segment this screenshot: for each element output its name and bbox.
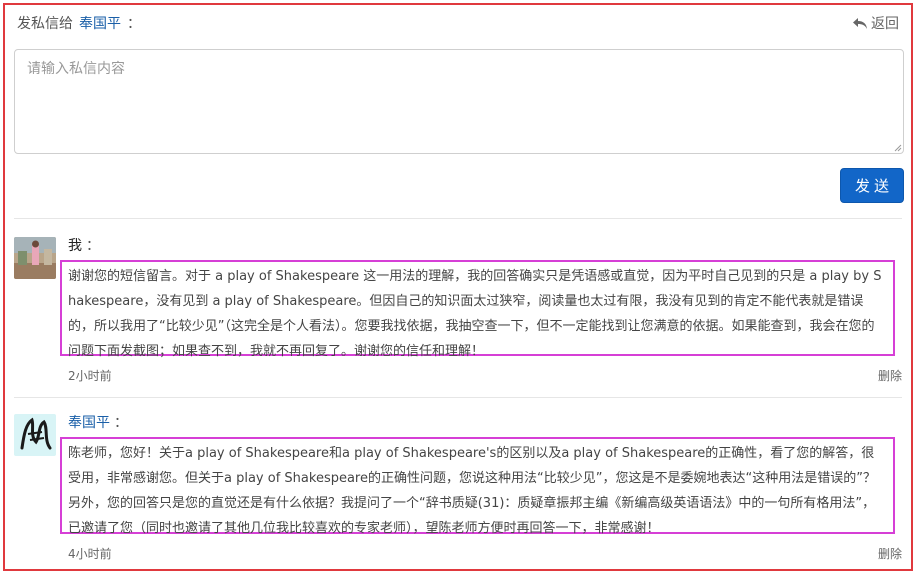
back-label: 返回 [871,16,899,32]
message-time: 4小时前 [68,547,112,561]
private-message-panel: 发私信给奉国平： 返回 发送 我： 谢谢您的 [3,3,913,571]
reply-arrow-icon [852,17,868,31]
avatar[interactable] [14,414,56,456]
message-input[interactable] [14,49,904,154]
header-colon: ： [127,16,141,32]
avatar[interactable] [14,237,56,279]
sender-colon: ： [114,415,128,431]
sender-name: 我 [68,238,82,254]
message-item: 我： 谢谢您的短信留言。对于 a play of Shakespeare 这一用… [14,237,902,387]
send-button[interactable]: 发送 [840,168,904,203]
header-prefix: 发私信给 [17,16,73,32]
message-item: 奉国平： 陈老师，您好！关于a play of Shakespeare和a pl… [14,414,902,564]
delete-button[interactable]: 删除 [878,546,902,562]
message-body: 谢谢您的短信留言。对于 a play of Shakespeare 这一用法的理… [60,260,895,359]
resize-grip-icon[interactable] [893,143,902,152]
message-time: 2小时前 [68,369,112,383]
message-body: 陈老师，您好！关于a play of Shakespeare和a play of… [60,437,895,536]
sender-line: 奉国平： [68,414,128,432]
message-header: 发私信给 奉国平 ： 返回 [17,14,899,34]
recipient-link[interactable]: 奉国平 [79,16,121,32]
sender-line: 我： [68,237,100,255]
divider [14,218,902,219]
sender-colon: ： [86,238,100,254]
back-button[interactable]: 返回 [852,14,899,34]
sender-name[interactable]: 奉国平 [68,415,110,431]
delete-button[interactable]: 删除 [878,368,902,384]
divider [14,397,902,398]
